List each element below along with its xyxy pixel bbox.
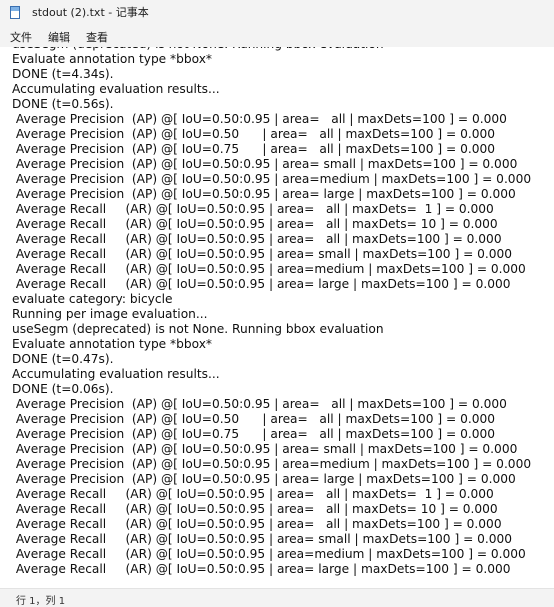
text-line: Average Recall (AR) @[ IoU=0.50:0.95 | a… (12, 217, 498, 231)
text-line: evaluate category: bicycle (12, 292, 173, 306)
text-editor[interactable]: useSegm (deprecated) is not None. Runnin… (0, 47, 554, 588)
text-line: Average Precision (AP) @[ IoU=0.50:0.95 … (12, 187, 516, 201)
text-line: Average Recall (AR) @[ IoU=0.50:0.95 | a… (12, 262, 526, 276)
text-line: Average Recall (AR) @[ IoU=0.50:0.95 | a… (12, 247, 513, 261)
text-line: Average Precision (AP) @[ IoU=0.50:0.95 … (12, 397, 507, 411)
text-line: Accumulating evaluation results... (12, 82, 220, 96)
text-line: Average Recall (AR) @[ IoU=0.50:0.95 | a… (12, 202, 494, 216)
text-line: Average Recall (AR) @[ IoU=0.50:0.95 | a… (12, 232, 502, 246)
text-line: Average Recall (AR) @[ IoU=0.50:0.95 | a… (12, 517, 502, 531)
text-line: Average Precision (AP) @[ IoU=0.50:0.95 … (12, 442, 518, 456)
menu-file[interactable]: 文件 (3, 27, 39, 47)
text-line: Average Recall (AR) @[ IoU=0.50:0.95 | a… (12, 502, 498, 516)
text-line: Average Recall (AR) @[ IoU=0.50:0.95 | a… (12, 532, 513, 546)
text-line: DONE (t=0.47s). (12, 352, 114, 366)
text-line: useSegm (deprecated) is not None. Runnin… (12, 322, 384, 336)
cursor-position: 行 1，列 1 (16, 596, 66, 607)
text-line: Average Recall (AR) @[ IoU=0.50:0.95 | a… (12, 487, 494, 501)
status-bar: 行 1，列 1 (0, 588, 554, 607)
text-line: Average Precision (AP) @[ IoU=0.75 | are… (12, 142, 495, 156)
text-line: Average Recall (AR) @[ IoU=0.50:0.95 | a… (12, 277, 511, 291)
menu-view[interactable]: 查看 (79, 27, 115, 47)
text-line: Accumulating evaluation results... (12, 367, 220, 381)
text-line: DONE (t=0.56s). (12, 97, 114, 111)
text-line: Average Precision (AP) @[ IoU=0.50:0.95 … (12, 157, 518, 171)
text-line: Evaluate annotation type *bbox* (12, 337, 213, 351)
text-line: Running per image evaluation... (12, 307, 208, 321)
text-line: Average Precision (AP) @[ IoU=0.50 | are… (12, 127, 495, 141)
notepad-icon (10, 5, 20, 19)
text-line: DONE (t=0.06s). (12, 382, 114, 396)
text-line: Average Precision (AP) @[ IoU=0.75 | are… (12, 427, 495, 441)
menu-bar: 文件 编辑 查看 (0, 26, 554, 48)
menu-edit[interactable]: 编辑 (41, 27, 77, 47)
text-line: Average Recall (AR) @[ IoU=0.50:0.95 | a… (12, 562, 511, 576)
text-line: Average Precision (AP) @[ IoU=0.50:0.95 … (12, 112, 507, 126)
text-line: DONE (t=4.34s). (12, 67, 114, 81)
text-line: Average Precision (AP) @[ IoU=0.50:0.95 … (12, 172, 532, 186)
text-line: Average Precision (AP) @[ IoU=0.50:0.95 … (12, 457, 532, 471)
text-content: useSegm (deprecated) is not None. Runnin… (0, 47, 554, 577)
text-line: Evaluate annotation type *bbox* (12, 52, 213, 66)
text-line: Average Precision (AP) @[ IoU=0.50:0.95 … (12, 472, 516, 486)
text-line: Average Precision (AP) @[ IoU=0.50 | are… (12, 412, 495, 426)
text-line: Average Recall (AR) @[ IoU=0.50:0.95 | a… (12, 547, 526, 561)
title-bar: stdout (2).txt - 记事本 (0, 0, 554, 24)
window-title: stdout (2).txt - 记事本 (32, 6, 149, 19)
